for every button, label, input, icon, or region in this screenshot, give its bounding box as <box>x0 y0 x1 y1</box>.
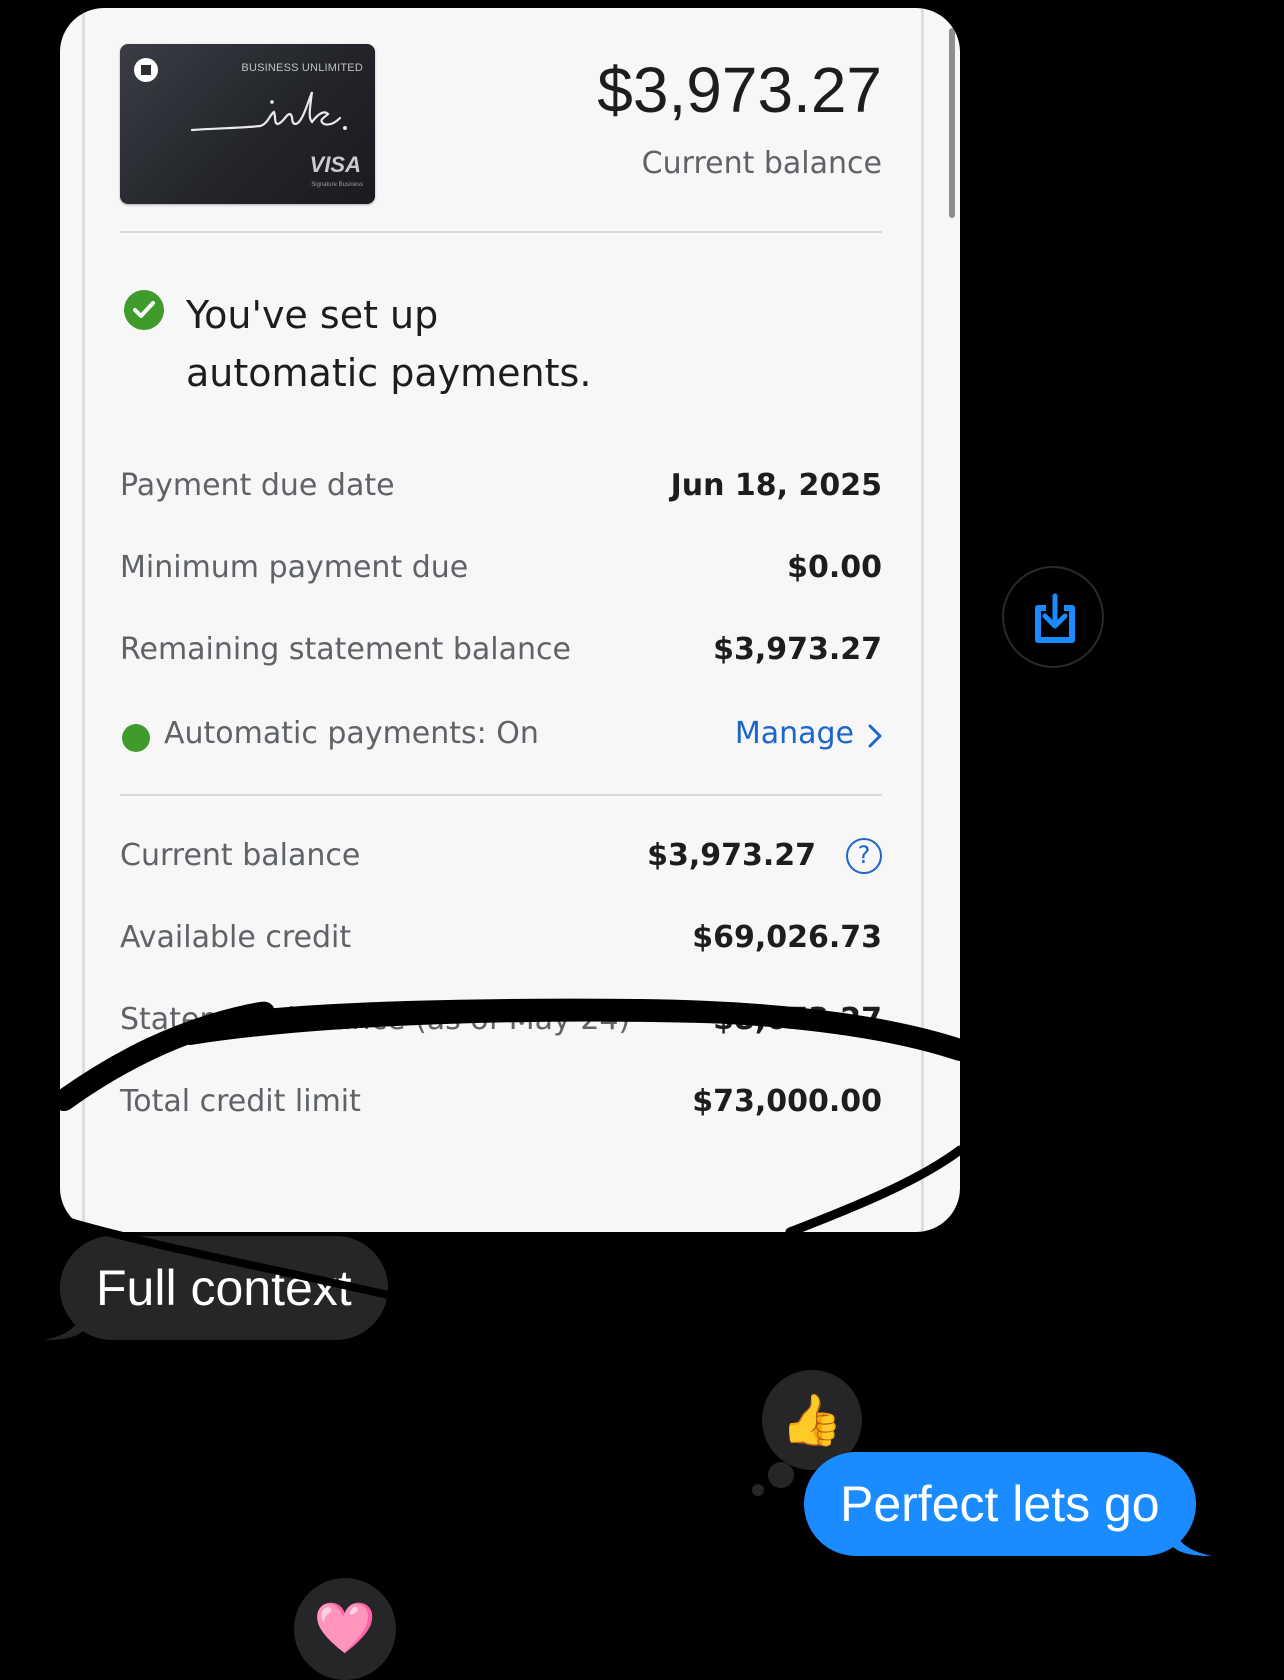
tapback-tail-dot <box>768 1462 794 1488</box>
row-value: $0.00 <box>787 550 882 585</box>
save-image-button[interactable] <box>1002 566 1104 668</box>
current-balance-label: Current balance <box>641 146 882 181</box>
message-text: Perfect lets go <box>840 1476 1160 1532</box>
divider <box>120 794 882 796</box>
scrollbar-thumb[interactable] <box>949 28 955 218</box>
frame-rail-right <box>921 8 924 1232</box>
status-dot-icon <box>122 724 150 752</box>
row-label: Remaining statement balance <box>120 632 571 667</box>
frame-rail-left <box>82 8 85 1232</box>
manage-autopay-link[interactable]: Manage <box>735 716 854 751</box>
bubble-tail <box>1171 1516 1212 1556</box>
shared-image[interactable]: BUSINESS UNLIMITED VISA Signature Busine… <box>60 8 960 1232</box>
row-label: Minimum payment due <box>120 550 469 585</box>
row-label: Available credit <box>120 920 352 955</box>
chevron-right-icon[interactable] <box>868 724 882 748</box>
row-value: $3,973.27 <box>713 632 882 667</box>
heart-icon: 🩷 <box>313 1599 377 1657</box>
autopay-message: You've set up automatic payments. <box>186 286 786 402</box>
divider <box>120 231 882 233</box>
ink-script-logo <box>190 91 347 132</box>
row-value: Jun 18, 2025 <box>670 468 882 503</box>
row-value: $69,026.73 <box>692 920 882 955</box>
message-bubble-incoming[interactable]: Full context <box>44 1236 388 1340</box>
tapback-tail-dot <box>752 1484 764 1496</box>
credit-card-image: BUSINESS UNLIMITED VISA Signature Busine… <box>120 44 375 204</box>
check-circle-icon <box>124 290 164 330</box>
bubble-tail <box>44 1300 84 1340</box>
row-total-credit-limit: Total credit limit $73,000.00 <box>120 1076 882 1126</box>
card-tier-label: BUSINESS UNLIMITED <box>241 62 363 74</box>
current-balance-amount: $3,973.27 <box>597 54 882 126</box>
message-text: Full context <box>96 1260 352 1316</box>
row-label: Total credit limit <box>120 1084 361 1119</box>
row-minimum-payment: Minimum payment due $0.00 <box>120 542 882 592</box>
autopay-status-label: Automatic payments: On <box>164 716 539 751</box>
chase-octagon-icon <box>134 58 158 82</box>
tapback-reaction[interactable]: 🩷 <box>294 1578 396 1680</box>
autopay-line-1: You've set up <box>186 293 439 337</box>
row-value: $8,073.27 <box>713 1002 882 1037</box>
row-value: $3,973.27 <box>647 838 816 873</box>
card-network-logo: VISA <box>309 152 361 177</box>
row-remaining-statement-balance: Remaining statement balance $3,973.27 <box>120 624 882 674</box>
row-autopay-status: Automatic payments: On Manage <box>120 708 882 758</box>
message-bubble-outgoing[interactable]: Perfect lets go <box>804 1452 1212 1556</box>
row-current-balance: Current balance $3,973.27 ? <box>120 830 882 880</box>
autopay-line-2: automatic payments. <box>186 351 592 395</box>
save-download-icon <box>1035 593 1075 643</box>
card-network-sub: Signature Business <box>311 182 363 188</box>
row-value: $73,000.00 <box>692 1084 882 1119</box>
row-available-credit: Available credit $69,026.73 <box>120 912 882 962</box>
row-label: Statement balance (as of May 24) <box>120 1002 631 1037</box>
row-label: Payment due date <box>120 468 395 503</box>
row-statement-balance: Statement balance (as of May 24) $8,073.… <box>120 994 882 1044</box>
help-circle-icon[interactable]: ? <box>846 838 882 874</box>
row-label: Current balance <box>120 838 361 873</box>
row-payment-due-date: Payment due date Jun 18, 2025 <box>120 460 882 510</box>
